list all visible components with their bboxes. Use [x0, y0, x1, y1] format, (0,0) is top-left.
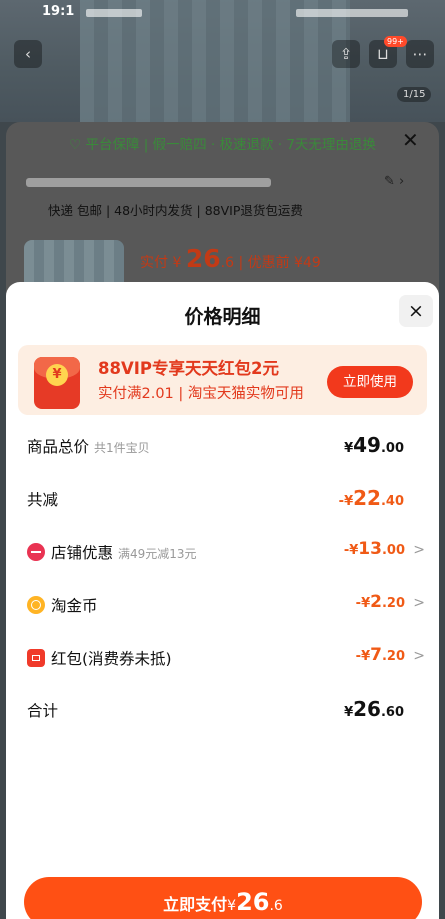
sku-price-int: 26	[185, 244, 221, 273]
total-discount-amount: -¥22.40	[339, 486, 404, 510]
price-detail-panel: 价格明细 × ¥ 88VIP专享天天红包2元 实付满2.01 | 淘宝天猫实物可…	[6, 282, 439, 919]
grand-total-amount: ¥26.60	[344, 697, 404, 721]
amount-dec: .20	[381, 649, 405, 664]
red-packet-small-icon	[27, 649, 45, 667]
vip-red-packet-banner[interactable]: ¥ 88VIP专享天天红包2元 实付满2.01 | 淘宝天猫实物可用 立即使用	[18, 345, 427, 415]
amount-dec: .00	[380, 441, 404, 456]
shop-icon	[27, 543, 45, 561]
guarantee-text: ♡ 平台保障 | 假一赔四 · 极速退款 · 7天无理由退换	[69, 137, 376, 153]
amount-int: 7	[370, 645, 382, 665]
grand-total-label: 合计	[27, 702, 59, 720]
amount-int: 2	[370, 592, 382, 612]
amount-int: 13	[358, 539, 382, 559]
amount-int: 22	[353, 486, 381, 510]
share-icon[interactable]: ⇪	[332, 40, 360, 68]
pay-label: 立即支付	[163, 895, 228, 914]
status-bar: 19:1	[0, 0, 445, 26]
cart-badge: 99+	[384, 36, 407, 47]
currency: ¥	[349, 543, 359, 558]
sku-price-dec: .6	[220, 255, 234, 271]
row-label: 红包(消费券未抵)	[27, 647, 172, 669]
red-packet-amount: -¥7.20	[356, 645, 405, 665]
pay-currency: ¥	[227, 898, 237, 914]
chevron-right-icon[interactable]: >	[413, 648, 425, 664]
currency: ¥	[344, 441, 354, 456]
currency: ¥	[344, 705, 354, 720]
sku-price-before: | 优惠前 ¥49	[238, 255, 321, 271]
more-icon[interactable]: ⋯	[406, 40, 434, 68]
sku-price-prefix: 实付	[140, 255, 168, 271]
currency: ¥	[361, 649, 371, 664]
row-shop-discount[interactable]: 店铺优惠 满49元减13元 -¥13.00 >	[27, 539, 425, 565]
total-goods-amount: ¥49.00	[344, 433, 404, 457]
amount-dec: .00	[381, 543, 405, 558]
total-goods-note: 共1件宝贝	[94, 441, 150, 455]
row-total-discount: 共减 -¥22.40	[27, 486, 425, 512]
panel-title: 价格明细	[184, 306, 261, 328]
red-packet-label: 红包(消费券未抵)	[51, 650, 172, 668]
amount-dec: .60	[380, 705, 404, 720]
taojinbi-amount: -¥2.20	[356, 592, 405, 612]
amount-dec: .20	[381, 596, 405, 611]
total-discount-label: 共减	[27, 491, 59, 509]
row-total-goods: 商品总价 共1件宝贝 ¥49.00	[27, 433, 425, 459]
amount-dec: .40	[380, 494, 404, 509]
shop-discount-amount: -¥13.00	[344, 539, 405, 559]
back-icon[interactable]: ‹	[14, 40, 42, 68]
amount-int: 49	[353, 433, 381, 457]
total-goods-label: 商品总价	[27, 438, 90, 456]
red-packet-icon: ¥	[34, 357, 80, 409]
taojinbi-icon	[27, 596, 45, 614]
row-label: 淘金币	[27, 594, 98, 616]
address-blur	[26, 178, 271, 187]
status-blur	[86, 9, 142, 17]
edit-icon[interactable]: ✎ ›	[384, 174, 404, 189]
use-now-button[interactable]: 立即使用	[327, 366, 413, 398]
row-label: 店铺优惠 满49元减13元	[27, 541, 197, 563]
pay-int: 26	[236, 888, 270, 916]
pay-now-button[interactable]: 立即支付¥26.6	[24, 877, 422, 919]
currency: ¥	[361, 596, 371, 611]
currency: ¥	[344, 494, 354, 509]
image-index: 1/15	[397, 87, 432, 102]
chevron-right-icon[interactable]: >	[413, 542, 425, 558]
status-time: 19:1	[42, 4, 75, 19]
shop-discount-note: 满49元减13元	[118, 547, 197, 561]
status-icons-blur	[296, 9, 408, 17]
pay-dec: .6	[269, 898, 283, 914]
delivery-info: 快递 包邮 | 48小时内发货 | 88VIP退货包运费	[48, 203, 303, 218]
close-icon[interactable]: ×	[399, 295, 433, 327]
address-row[interactable]: ✎ ›	[26, 174, 426, 190]
row-taojinbi[interactable]: 淘金币 -¥2.20 >	[27, 592, 425, 618]
vip-subtitle: 实付满2.01 | 淘宝天猫实物可用	[98, 386, 304, 402]
chevron-right-icon[interactable]: >	[413, 595, 425, 611]
sku-price: 实付 ¥ 26.6 | 优惠前 ¥49	[140, 244, 321, 273]
vip-title: 88VIP专享天天红包2元	[98, 359, 279, 378]
sku-price-currency: ¥	[172, 255, 182, 271]
taojinbi-label: 淘金币	[51, 597, 98, 615]
sheet-close-icon[interactable]: ✕	[402, 128, 419, 152]
amount-int: 26	[353, 697, 381, 721]
row-label: 商品总价 共1件宝贝	[27, 435, 150, 457]
coin-icon: ¥	[46, 364, 68, 386]
row-grand-total: 合计 ¥26.60	[27, 697, 425, 723]
shop-discount-label: 店铺优惠	[51, 544, 114, 562]
row-red-packet[interactable]: 红包(消费券未抵) -¥7.20 >	[27, 645, 425, 671]
